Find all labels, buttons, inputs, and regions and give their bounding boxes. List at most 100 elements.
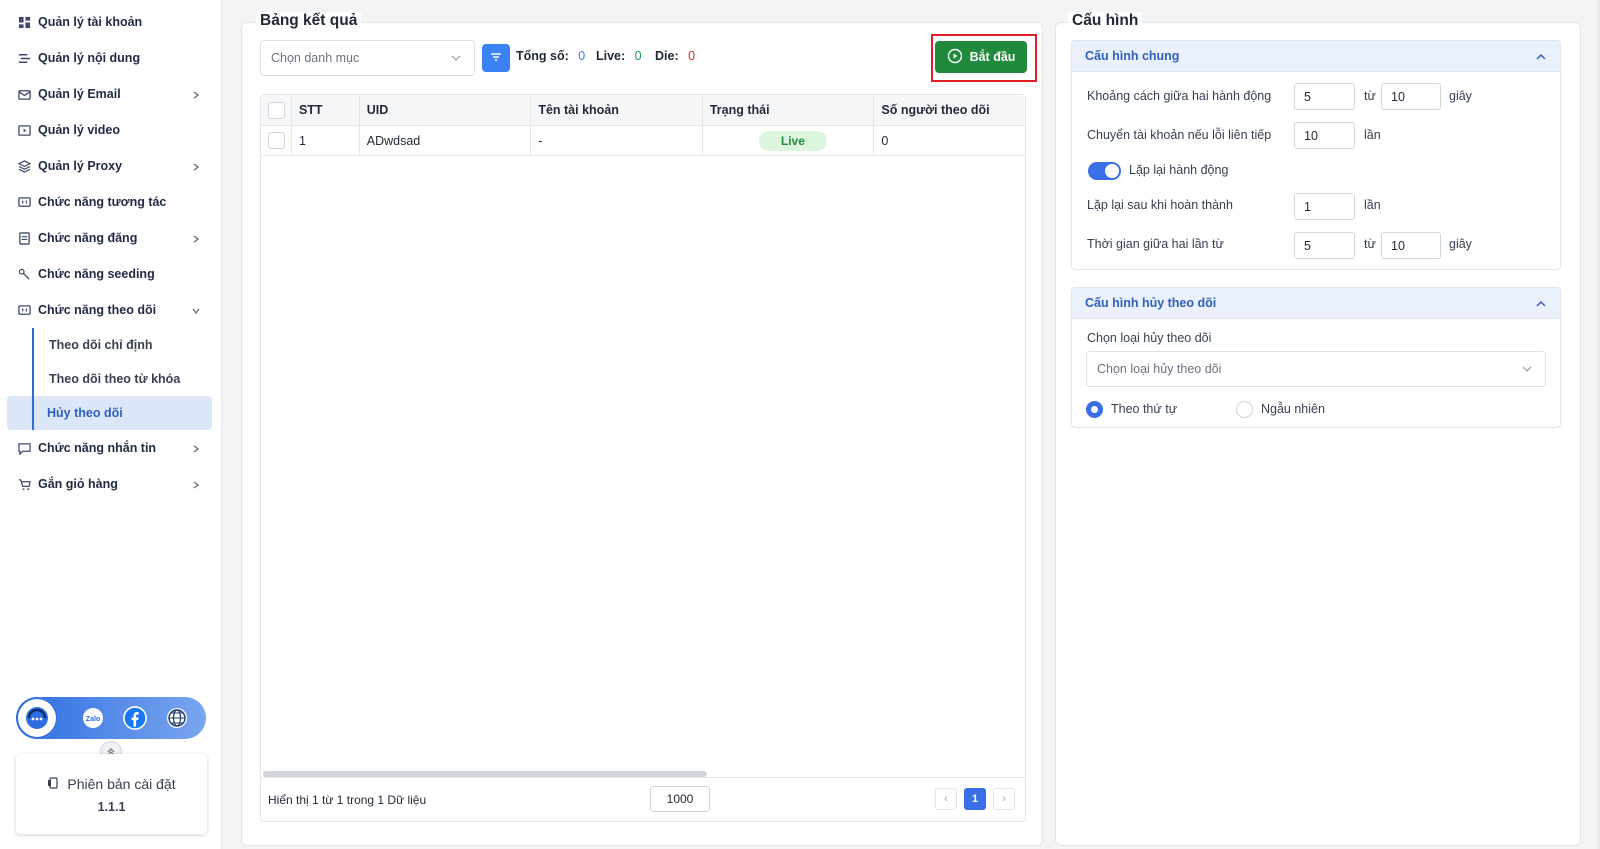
die-value: 0 [688, 49, 696, 63]
switch-account-label: Chuyển tài khoản nếu lỗi liên tiếp [1087, 128, 1272, 142]
sidebar-item-label: Chức năng nhắn tin [38, 441, 157, 455]
sidebar-item-content[interactable]: Quản lý nội dung [0, 40, 221, 76]
column-header[interactable]: Tên tài khoản [531, 95, 703, 125]
delay-to-input[interactable]: 10 [1381, 83, 1441, 110]
sidebar-item-label: Chức năng seeding [38, 267, 155, 281]
follow-icon [17, 303, 31, 317]
chevron-right-icon [191, 89, 201, 99]
chat-icon [17, 195, 31, 209]
sidebar-item-video[interactable]: Quản lý video [0, 112, 221, 148]
start-button[interactable]: Bắt đầu [935, 41, 1027, 73]
next-page-button[interactable]: › [993, 788, 1015, 810]
sidebar-item-label: Quản lý Email [38, 87, 121, 101]
total-value: 0 [578, 49, 586, 63]
sidebar-item-messaging[interactable]: Chức năng nhắn tin [0, 430, 221, 466]
switch-account-unit: lần [1364, 128, 1381, 142]
cell-followers: 0 [881, 133, 889, 148]
version-label: Phiên bản cài đặt [67, 776, 176, 792]
random-radio[interactable] [1236, 401, 1253, 418]
filter-button[interactable] [482, 44, 510, 72]
general-config-title: Cấu hình chung [1085, 49, 1180, 63]
chevron-up-icon[interactable] [1535, 298, 1547, 310]
sidebar-item-follow[interactable]: Chức năng theo dõi [0, 292, 221, 328]
between-label: Thời gian giữa hai lần từ [1087, 237, 1224, 251]
select-all-checkbox[interactable] [268, 101, 285, 119]
order-radio[interactable] [1086, 401, 1103, 418]
sidebar-item-email[interactable]: Quản lý Email [0, 76, 221, 112]
total-stat: Tổng số: 0 [516, 49, 585, 63]
sidebar-item-cart[interactable]: Gắn giỏ hàng [0, 466, 221, 502]
sidebar-item-proxy[interactable]: Quản lý Proxy [0, 148, 221, 184]
between-to-input[interactable]: 10 [1381, 232, 1441, 259]
category-select[interactable]: Chọn danh mục [260, 40, 475, 76]
sidebar-subitem-label: Theo dõi theo từ khóa [49, 372, 181, 386]
sidebar-subitem-unfollow[interactable]: Hủy theo dõi [7, 396, 212, 430]
between-from-input[interactable]: 5 [1294, 232, 1355, 259]
unfollow-type-select[interactable]: Chọn loại hủy theo dõi [1086, 351, 1546, 387]
filter-icon [489, 50, 503, 67]
sidebar-item-label: Quản lý tài khoản [38, 15, 143, 29]
general-config-header[interactable]: Cấu hình chung [1072, 41, 1560, 72]
row-checkbox[interactable] [268, 132, 285, 149]
sidebar-subitem-follow-specific[interactable]: Theo dõi chỉ định [32, 328, 221, 362]
sidebar-item-label: Chức năng tương tác [38, 195, 167, 209]
facebook-icon[interactable] [118, 701, 152, 735]
version-number: 1.1.1 [97, 800, 126, 814]
column-header[interactable]: Số người theo dõi [874, 95, 1025, 125]
page-button-current[interactable]: 1 [964, 788, 986, 810]
die-label: Die: [655, 49, 679, 63]
sidebar-item-label: Chức năng theo dõi [38, 303, 157, 317]
live-stat: Live: 0 [596, 49, 642, 63]
table-footer: Hiển thị 1 từ 1 trong 1 Dữ liệu 1000 ‹ 1… [261, 777, 1025, 821]
sidebar-item-label: Quản lý video [38, 123, 120, 137]
column-header[interactable]: STT [292, 95, 360, 125]
column-header[interactable]: Trạng thái [703, 95, 875, 125]
support-icon[interactable] [16, 697, 58, 739]
unfollow-type-label: Chọn loại hủy theo dõi [1087, 331, 1212, 345]
sidebar-subitem-follow-keyword[interactable]: Theo dõi theo từ khóa [32, 362, 221, 396]
chevron-up-icon[interactable] [1535, 51, 1547, 63]
unfollow-config-header[interactable]: Cấu hình hủy theo dõi [1072, 288, 1560, 319]
table-row[interactable]: 1 ADwdsad - Live 0 [261, 126, 1025, 156]
status-badge: Live [758, 130, 827, 151]
play-circle-icon [947, 48, 963, 67]
delay-label: Khoảng cách giữa hai hành động [1087, 89, 1272, 103]
order-label: Theo thứ tự [1111, 402, 1178, 416]
sidebar-item-interaction[interactable]: Chức năng tương tác [0, 184, 221, 220]
page-size-input[interactable]: 1000 [650, 786, 710, 812]
chevron-right-icon [191, 479, 201, 489]
sidebar-item-accounts[interactable]: Quản lý tài khoản [0, 4, 221, 40]
category-placeholder: Chọn danh mục [271, 51, 360, 65]
cart-icon [17, 477, 31, 491]
zalo-icon[interactable]: Zalo [76, 701, 110, 735]
sidebar-item-seeding[interactable]: Chức năng seeding [0, 256, 221, 292]
mail-icon [17, 87, 31, 101]
version-card: Phiên bản cài đặt 1.1.1 [16, 754, 207, 834]
chevron-down-icon [1521, 363, 1533, 375]
unfollow-type-placeholder: Chọn loại hủy theo dõi [1097, 362, 1222, 376]
video-icon [17, 123, 31, 137]
sidebar-item-label: Chức năng đăng [38, 231, 138, 245]
between-to-label: từ [1364, 237, 1376, 251]
stack-icon [17, 159, 31, 173]
live-value: 0 [634, 49, 642, 63]
version-icon [47, 776, 59, 792]
globe-icon[interactable] [160, 701, 194, 735]
sidebar-item-label: Quản lý Proxy [38, 159, 123, 173]
chevron-down-icon [450, 52, 462, 64]
delay-from-input[interactable]: 5 [1294, 83, 1355, 110]
row-checkbox-cell [261, 126, 292, 155]
header-checkbox-cell [261, 95, 292, 125]
version-title: Phiên bản cài đặt [16, 776, 207, 792]
repeat-after-unit: lần [1364, 198, 1381, 212]
between-unit: giây [1449, 237, 1472, 251]
column-header[interactable]: UID [360, 95, 532, 125]
repeat-toggle[interactable] [1088, 162, 1121, 180]
sidebar-item-post[interactable]: Chức năng đăng [0, 220, 221, 256]
switch-account-input[interactable]: 10 [1294, 122, 1355, 149]
seed-icon [17, 267, 31, 281]
prev-page-button[interactable]: ‹ [935, 788, 957, 810]
sidebar-subitem-label: Hủy theo dõi [47, 406, 123, 420]
repeat-after-input[interactable]: 1 [1294, 193, 1355, 220]
config-title: Cấu hình [1068, 12, 1143, 30]
